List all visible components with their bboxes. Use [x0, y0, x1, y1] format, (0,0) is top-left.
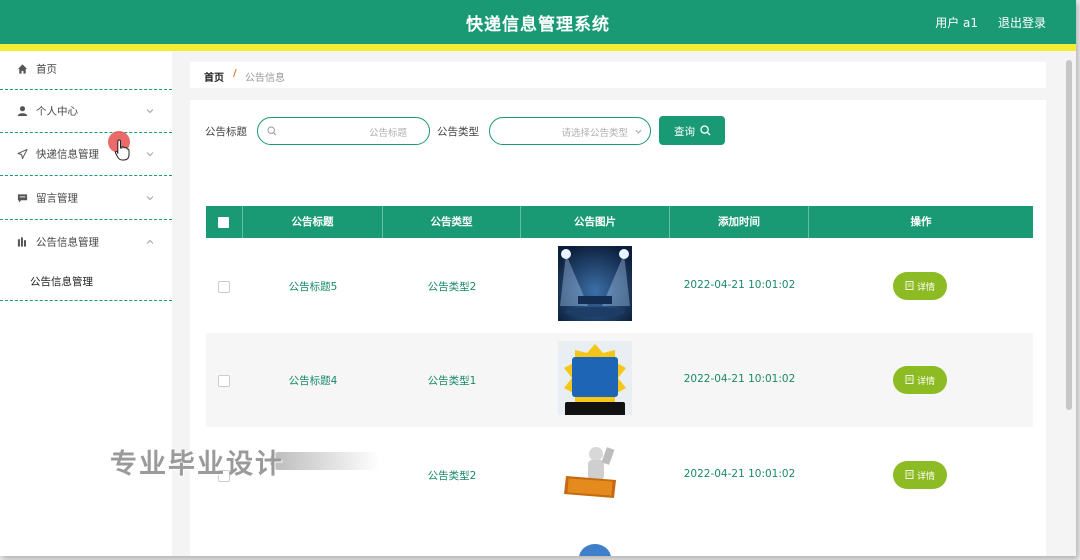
- detail-button-label: 详情: [917, 377, 936, 387]
- chevron-down-icon: [146, 152, 154, 157]
- title-search-input[interactable]: 公告标题: [257, 117, 430, 145]
- select-all-checkbox[interactable]: [218, 217, 229, 228]
- row-title: 公告标题4: [288, 375, 338, 387]
- detail-button-label: 详情: [917, 283, 936, 293]
- type-select[interactable]: 请选择公告类型: [489, 117, 651, 145]
- watermark-text: 专业毕业设计: [110, 449, 284, 480]
- breadcrumb-current: 公告信息: [245, 73, 285, 84]
- title-search-label: 公告标题: [205, 126, 247, 138]
- app-title: 快递信息管理系统: [466, 15, 610, 35]
- row-type: 公告类型2: [427, 281, 477, 293]
- table-header: 公告标题 公告类型 公告图片 添加时间 操作: [206, 206, 1033, 238]
- search-icon: [700, 125, 711, 136]
- top-header: 快递信息管理系统 用户 a1 退出登录: [0, 0, 1076, 44]
- type-select-placeholder: 请选择公告类型: [561, 128, 628, 139]
- row-time: 2022-04-21 10:01:02: [683, 279, 796, 291]
- news-3d-figure-image: [558, 442, 632, 504]
- detail-button[interactable]: 详情: [893, 461, 947, 489]
- detail-button-label: 详情: [917, 472, 936, 482]
- table-row: 公告标题4 公告类型1 2022-04-21 10:01:02 详情: [206, 333, 1033, 427]
- document-icon: [905, 281, 914, 290]
- row-image-partial: [558, 534, 632, 556]
- detail-button[interactable]: 详情: [893, 366, 947, 394]
- row-type: 公告类型1: [427, 375, 477, 387]
- row-image: [558, 341, 632, 415]
- person-icon: [17, 106, 28, 117]
- chevron-up-icon: [146, 239, 154, 244]
- table-row: 公告标题5 公告类型2 2022-04-21 10:01:02 详情: [206, 239, 1033, 333]
- app-window: 快递信息管理系统 用户 a1 退出登录 首页 个人中心 快递信息管理 留言管理 …: [0, 0, 1076, 556]
- type-select-label: 公告类型: [437, 126, 479, 138]
- sidebar-item-message-management[interactable]: 留言管理: [0, 176, 172, 220]
- message-icon: [17, 193, 28, 203]
- sidebar-item-express-management[interactable]: 快递信息管理: [0, 133, 172, 176]
- breadcrumb: 首页 / 公告信息: [190, 62, 1046, 88]
- sidebar-item-notice-management[interactable]: 公告信息管理: [0, 220, 172, 263]
- query-button-label: 查询: [674, 126, 695, 138]
- row-title: 公告标题5: [288, 281, 338, 293]
- breadcrumb-separator: /: [233, 68, 237, 79]
- sidebar-item-label: 留言管理: [36, 192, 78, 204]
- stage-spotlight-image: [558, 246, 632, 321]
- detail-button[interactable]: 详情: [893, 272, 947, 300]
- sidebar-item-label: 个人中心: [36, 105, 78, 118]
- row-checkbox[interactable]: [218, 375, 230, 387]
- sidebar-item-home[interactable]: 首页: [0, 51, 172, 90]
- query-button[interactable]: 查询: [659, 116, 725, 145]
- chevron-down-icon: [146, 195, 154, 200]
- column-header-type: 公告类型: [383, 206, 521, 238]
- row-image: [558, 442, 632, 504]
- row-time: 2022-04-21 10:01:02: [683, 373, 796, 385]
- row-type: 公告类型2: [427, 470, 477, 482]
- chevron-down-icon: [635, 129, 642, 134]
- sidebar-item-personal-center[interactable]: 个人中心: [0, 90, 172, 133]
- sidebar-subitem-notice-management[interactable]: 公告信息管理: [0, 263, 172, 301]
- breadcrumb-home-link[interactable]: 首页: [204, 69, 224, 84]
- globe-image: [579, 544, 611, 556]
- scrollbar[interactable]: [1066, 60, 1072, 410]
- send-icon: [17, 148, 28, 160]
- watermark-streak: [270, 452, 380, 470]
- title-search-placeholder: 公告标题: [368, 128, 407, 139]
- explosive-news-phone-image: [558, 341, 632, 415]
- home-icon: [17, 64, 28, 74]
- column-header-title: 公告标题: [243, 206, 383, 238]
- sidebar-item-label: 首页: [36, 63, 57, 76]
- row-checkbox[interactable]: [218, 281, 230, 293]
- sidebar-subitem-label: 公告信息管理: [30, 276, 93, 288]
- sidebar-item-label: 快递信息管理: [36, 148, 99, 161]
- column-header-action: 操作: [910, 216, 932, 228]
- row-image: [558, 246, 632, 321]
- search-icon: [267, 126, 277, 136]
- document-icon: [905, 375, 914, 384]
- table-row: 公告类型2 2022-04-21 10:01:02 详情: [206, 428, 1033, 522]
- column-header-time: 添加时间: [670, 206, 809, 238]
- chevron-down-icon: [146, 109, 154, 114]
- sidebar-item-label: 公告信息管理: [36, 236, 99, 248]
- chart-icon: [17, 236, 26, 247]
- document-icon: [905, 470, 914, 479]
- header-accent-stripe: [0, 44, 1076, 51]
- column-header-image: 公告图片: [521, 206, 670, 238]
- logout-button[interactable]: 退出登录: [998, 14, 1046, 31]
- row-time: 2022-04-21 10:01:02: [683, 468, 796, 480]
- hand-cursor-icon: [114, 139, 130, 161]
- current-user: 用户 a1: [935, 16, 978, 30]
- select-all-header: [206, 206, 243, 238]
